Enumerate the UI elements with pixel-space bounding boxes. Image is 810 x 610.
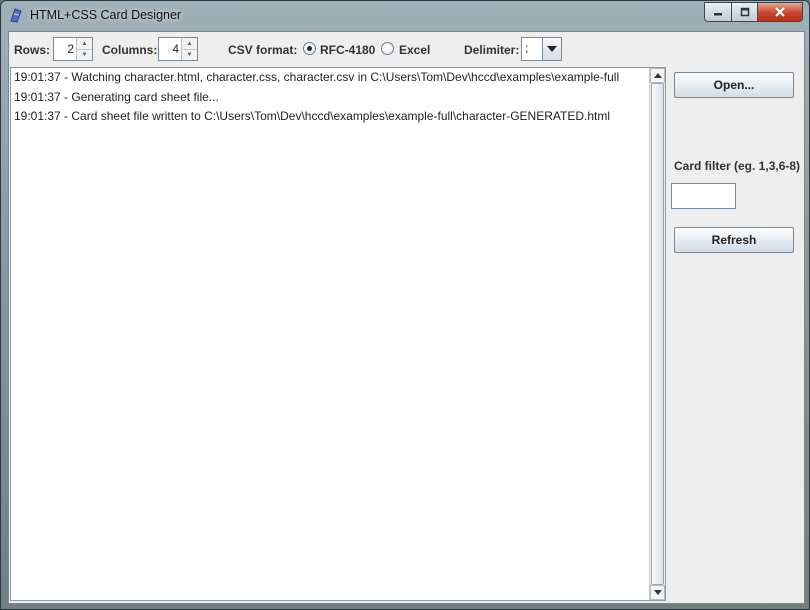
- chevron-down-icon: [547, 46, 557, 52]
- log-scrollbar[interactable]: [649, 68, 665, 600]
- card-filter-input[interactable]: [671, 183, 736, 209]
- csv-excel-radio[interactable]: [381, 42, 394, 55]
- delimiter-value: ;: [525, 41, 529, 55]
- columns-decrement-icon[interactable]: ▼: [182, 49, 197, 60]
- window-controls: [704, 2, 803, 22]
- scroll-up-button[interactable]: [650, 68, 665, 83]
- delimiter-label: Delimiter:: [464, 43, 520, 57]
- app-window: HTML+CSS Card Designer Rows: 2 ▲ ▼ Colum…: [0, 0, 810, 610]
- minimize-icon: [714, 13, 722, 16]
- rows-spinner[interactable]: 2 ▲ ▼: [53, 37, 93, 61]
- log-line: 19:01:37 - Watching character.html, char…: [14, 70, 620, 84]
- minimize-button[interactable]: [704, 2, 731, 22]
- columns-spinner[interactable]: 4 ▲ ▼: [158, 37, 198, 61]
- log-line: 19:01:37 - Generating card sheet file...: [14, 89, 219, 104]
- arrow-down-icon: [653, 590, 662, 595]
- csv-format-label: CSV format:: [228, 43, 298, 57]
- close-icon: [775, 7, 785, 17]
- rows-spinner-arrows: ▲ ▼: [76, 38, 92, 60]
- csv-rfc4180-label[interactable]: RFC-4180: [320, 43, 375, 57]
- window-title: HTML+CSS Card Designer: [30, 8, 182, 22]
- refresh-button[interactable]: Refresh: [674, 227, 794, 253]
- scroll-down-button[interactable]: [650, 585, 665, 600]
- rows-label: Rows:: [14, 43, 50, 57]
- maximize-icon: [740, 7, 749, 17]
- log-line: 19:01:37 - Card sheet file written to C:…: [14, 109, 610, 123]
- delimiter-dropdown-button[interactable]: [542, 38, 561, 60]
- arrow-up-icon: [653, 73, 662, 78]
- close-button[interactable]: [757, 2, 803, 22]
- rows-decrement-icon[interactable]: ▼: [77, 49, 92, 60]
- log-text: 19:01:37 - Watching character.html, char…: [14, 70, 646, 129]
- columns-label: Columns:: [102, 43, 158, 57]
- card-filter-label: Card filter (eg. 1,3,6-8): [674, 159, 801, 173]
- main-panel: Rows: 2 ▲ ▼ Columns: 4 ▲ ▼ CSV format: R…: [8, 31, 805, 604]
- rows-value[interactable]: 2: [67, 42, 74, 56]
- columns-value[interactable]: 4: [172, 42, 179, 56]
- log-output[interactable]: 19:01:37 - Watching character.html, char…: [10, 67, 666, 601]
- title-bar[interactable]: HTML+CSS Card Designer: [1, 1, 809, 31]
- delimiter-dropdown[interactable]: ;: [521, 37, 562, 61]
- card-designer-icon: [10, 8, 22, 23]
- csv-rfc4180-radio[interactable]: [303, 42, 316, 55]
- csv-excel-label[interactable]: Excel: [399, 43, 430, 57]
- open-button[interactable]: Open...: [674, 72, 794, 98]
- settings-toolbar: Rows: 2 ▲ ▼ Columns: 4 ▲ ▼ CSV format: R…: [9, 32, 804, 66]
- maximize-button[interactable]: [731, 2, 757, 22]
- scroll-thumb[interactable]: [651, 83, 664, 585]
- columns-spinner-arrows: ▲ ▼: [181, 38, 197, 60]
